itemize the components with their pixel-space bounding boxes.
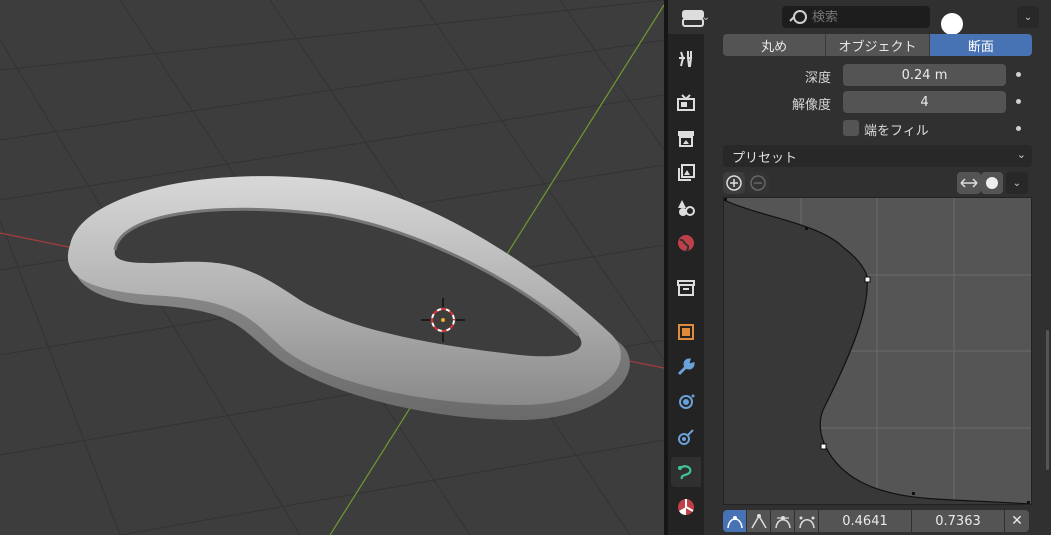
- curve-tools-menu[interactable]: ⌄: [1006, 172, 1028, 194]
- material-tab[interactable]: [671, 492, 701, 522]
- world-icon: [678, 235, 694, 252]
- fill-caps-label: 端をフィル: [864, 124, 929, 139]
- material-icon: [678, 499, 694, 516]
- object-icon: [678, 324, 694, 340]
- close-icon: ✕: [1011, 513, 1023, 529]
- properties-tabs: [668, 34, 704, 535]
- keyframe-dot-icon[interactable]: [1016, 72, 1021, 77]
- mode-profile[interactable]: 断面: [929, 34, 1032, 56]
- point-x-field[interactable]: 0.4641: [819, 510, 911, 532]
- control-point: [724, 198, 727, 201]
- particles-tab[interactable]: [671, 387, 701, 417]
- scene-tab[interactable]: [671, 193, 701, 223]
- control-point: [864, 276, 871, 283]
- cursor-indicator: [941, 13, 963, 35]
- wrench-icon: [677, 358, 695, 376]
- collection-icon: [677, 280, 695, 296]
- header-menu-button[interactable]: ⌄: [1017, 6, 1039, 28]
- auto-clamped-handle-button[interactable]: [771, 510, 794, 532]
- collection-tab[interactable]: [671, 273, 701, 303]
- fill-caps-checkbox[interactable]: [843, 120, 859, 136]
- resolution-field[interactable]: 4: [843, 91, 1006, 113]
- 3d-viewport[interactable]: [0, 0, 664, 535]
- curve-data-icon: [678, 465, 692, 480]
- zoom-in-icon: [726, 175, 742, 191]
- point-y-field[interactable]: 0.7363: [912, 510, 1004, 532]
- depth-label: 深度: [804, 71, 831, 86]
- bevel-curve-object: [67, 176, 630, 420]
- search-field[interactable]: [782, 6, 930, 28]
- physics-tab[interactable]: [671, 422, 701, 452]
- profile-curve-widget[interactable]: [723, 197, 1032, 505]
- properties-content: 丸め オブジェクト 断面 深度 0.24 m 解像度 4 端をフィル プリセット…: [704, 34, 1051, 535]
- particles-icon: [679, 394, 695, 409]
- keyframe-dot-icon[interactable]: [1016, 126, 1021, 131]
- auto-clamped-handle-icon: [774, 516, 791, 529]
- keyframe-dot-icon[interactable]: [1016, 99, 1021, 104]
- vector-handle-button[interactable]: [747, 510, 770, 532]
- delete-point-button[interactable]: ✕: [1005, 510, 1029, 532]
- control-point: [820, 443, 827, 450]
- data-tab[interactable]: [671, 457, 701, 487]
- aligned-handle-icon: [798, 516, 815, 529]
- viewport-scene: [0, 0, 664, 535]
- preset-dropdown[interactable]: プリセット ⌄: [723, 145, 1032, 167]
- modifier-tab[interactable]: [671, 352, 701, 382]
- properties-editor-icon: [681, 10, 704, 27]
- object-tab[interactable]: [671, 317, 701, 347]
- properties-scrollbar[interactable]: [1046, 330, 1049, 470]
- zoom-out-icon: [750, 175, 766, 191]
- output-tab[interactable]: [671, 123, 701, 153]
- physics-icon: [678, 429, 694, 445]
- mode-round[interactable]: 丸め: [723, 34, 827, 56]
- bevel-mode-selector: 丸め オブジェクト 断面: [723, 34, 1032, 56]
- resolution-label: 解像度: [791, 98, 831, 113]
- chevron-down-icon: ⌄: [1012, 177, 1022, 189]
- tool-icon: [679, 51, 693, 67]
- render-icon: [677, 94, 695, 111]
- aligned-handle-button[interactable]: [795, 510, 818, 532]
- zoom-out-button[interactable]: [747, 172, 769, 194]
- chevron-down-icon: ⌄: [1016, 148, 1026, 161]
- control-point: [805, 227, 808, 230]
- control-point: [912, 492, 915, 495]
- output-icon: [678, 131, 694, 147]
- clip-toggle-button[interactable]: [957, 172, 981, 194]
- chevron-down-icon: ⌄: [1023, 11, 1033, 23]
- blender-window: ⌄ ⌄: [0, 0, 1051, 535]
- properties-header: ⌄ ⌄: [668, 0, 1051, 35]
- view-layer-icon: [678, 164, 695, 181]
- point-edit-bar: 0.4641 0.7363 ✕: [723, 510, 1032, 532]
- clip-arrows-icon: [960, 178, 978, 188]
- render-tab[interactable]: [671, 88, 701, 118]
- tool-tab[interactable]: [671, 44, 701, 74]
- point-display-button[interactable]: [981, 172, 1003, 194]
- view-layer-tab[interactable]: [671, 158, 701, 188]
- properties-editor: ⌄ ⌄: [668, 0, 1051, 535]
- control-point: [1027, 501, 1030, 504]
- search-icon: [790, 10, 807, 24]
- vector-handle-icon: [750, 514, 767, 529]
- mode-object[interactable]: オブジェクト: [826, 34, 930, 56]
- scene-icon: [678, 200, 695, 216]
- editor-type-button[interactable]: ⌄: [677, 6, 715, 28]
- preset-label: プリセット: [732, 150, 798, 166]
- search-input[interactable]: [812, 9, 922, 25]
- zoom-in-button[interactable]: [723, 172, 745, 194]
- depth-field[interactable]: 0.24 m: [843, 64, 1006, 86]
- profile-curve-graph: [723, 198, 1031, 505]
- auto-handle-button[interactable]: [723, 510, 746, 532]
- world-tab[interactable]: [671, 228, 701, 258]
- auto-handle-icon: [726, 516, 743, 529]
- point-icon: [986, 177, 998, 189]
